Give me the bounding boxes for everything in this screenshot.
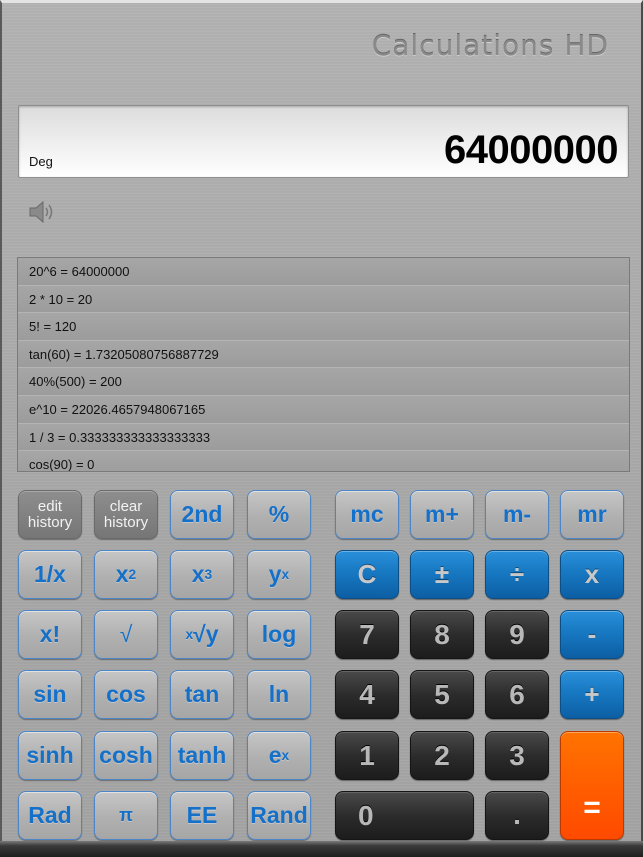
digit-1-button[interactable]: 1 [335,731,399,780]
history-item[interactable]: 40%(500) = 200 [18,368,629,396]
digit-0-button[interactable]: 0 [335,791,474,840]
history-item[interactable]: tan(60) = 1.73205080756887729 [18,340,629,369]
equals-button[interactable]: = [560,731,624,840]
nth-root-button[interactable]: x √y [170,610,234,659]
digit-5-button[interactable]: 5 [410,670,474,719]
square-root-button[interactable]: √ [94,610,158,659]
display-panel: Deg 64000000 [18,105,629,178]
exp-base: e [268,742,282,768]
rad-button[interactable]: Rad [18,791,82,840]
digit-4-button[interactable]: 4 [335,670,399,719]
speaker-icon[interactable] [28,199,58,225]
root-body: √y [193,621,219,647]
cosh-button[interactable]: cosh [94,731,158,780]
bottom-edge [0,841,643,857]
edit-history-button[interactable]: edit history [18,490,82,539]
history-item[interactable]: 5! = 120 [18,313,629,341]
digit-7-button[interactable]: 7 [335,610,399,659]
decimal-button[interactable]: . [485,791,549,840]
digit-3-button[interactable]: 3 [485,731,549,780]
display-value: 64000000 [444,128,618,172]
calculator-app: Calculations HD Deg 64000000 20^6 = 6400… [0,0,643,857]
history-item[interactable]: 20^6 = 64000000 [18,258,629,286]
sin-button[interactable]: sin [18,670,82,719]
exp-button[interactable]: ex [247,731,311,780]
history-item[interactable]: 2 * 10 = 20 [18,285,629,314]
memory-add-button[interactable]: m+ [410,490,474,539]
tan-button[interactable]: tan [170,670,234,719]
memory-recall-button[interactable]: mr [560,490,624,539]
divide-button[interactable]: ÷ [485,550,549,599]
sinh-button[interactable]: sinh [18,731,82,780]
rand-button[interactable]: Rand [247,791,311,840]
memory-clear-button[interactable]: mc [335,490,399,539]
tanh-button[interactable]: tanh [170,731,234,780]
digit-8-button[interactable]: 8 [410,610,474,659]
history-item[interactable]: cos(90) = 0 [18,451,629,471]
exp-exponent: x [281,748,290,763]
reciprocal-button[interactable]: 1/x [18,550,82,599]
app-title: Calculations HD [371,29,609,62]
log-button[interactable]: log [247,610,311,659]
power-base: y [268,561,282,587]
plus-button[interactable]: + [560,670,624,719]
power-exponent: x [281,567,290,582]
root-index: x [185,627,194,642]
angle-mode-label: Deg [29,154,53,169]
cube-exponent: 3 [204,567,213,582]
factorial-button[interactable]: x! [18,610,82,659]
history-list[interactable]: 20^6 = 64000000 2 * 10 = 20 5! = 120 tan… [17,257,630,472]
ee-button[interactable]: EE [170,791,234,840]
second-function-button[interactable]: 2nd [170,490,234,539]
pi-button[interactable]: π [94,791,158,840]
cube-base: x [191,561,205,587]
minus-button[interactable]: - [560,610,624,659]
plus-minus-button[interactable]: ± [410,550,474,599]
history-item[interactable]: 1 / 3 = 0.333333333333333333 [18,423,629,452]
cos-button[interactable]: cos [94,670,158,719]
multiply-button[interactable]: x [560,550,624,599]
clear-button[interactable]: C [335,550,399,599]
digit-6-button[interactable]: 6 [485,670,549,719]
cube-button[interactable]: x3 [170,550,234,599]
square-button[interactable]: x2 [94,550,158,599]
memory-subtract-button[interactable]: m- [485,490,549,539]
digit-9-button[interactable]: 9 [485,610,549,659]
square-exponent: 2 [128,567,137,582]
square-base: x [115,561,129,587]
power-button[interactable]: yx [247,550,311,599]
ln-button[interactable]: ln [247,670,311,719]
clear-history-button[interactable]: clear history [94,490,158,539]
digit-2-button[interactable]: 2 [410,731,474,780]
percent-button[interactable]: % [247,490,311,539]
history-item[interactable]: e^10 = 22026.4657948067165 [18,395,629,424]
